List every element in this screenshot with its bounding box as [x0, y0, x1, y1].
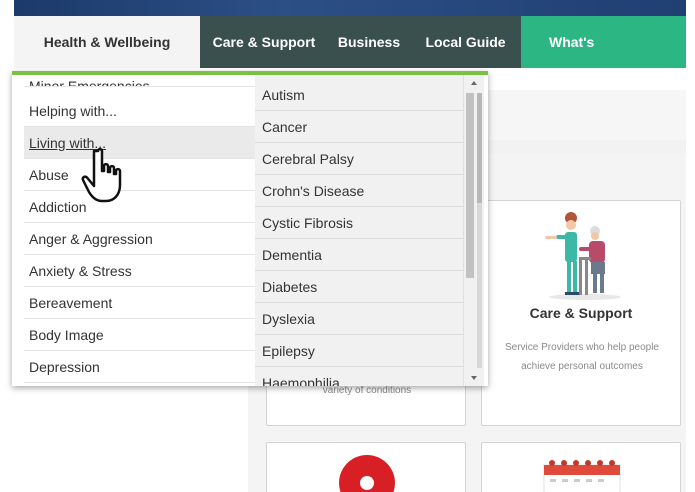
category-card-bottom-left[interactable] [266, 442, 466, 492]
category-card-bottom-right[interactable] [481, 442, 681, 492]
submenu-item-diabetes[interactable]: Diabetes [255, 271, 463, 303]
hero-banner-strip [14, 0, 686, 16]
calendar-icon [543, 460, 621, 492]
menu-item-body-image[interactable]: Body Image [24, 319, 262, 351]
page: Health & Wellbeing Care & Support Busine… [0, 0, 695, 492]
card-title: Care & Support [529, 305, 633, 321]
nav-local-guide[interactable]: Local Guide [410, 16, 521, 68]
menu-item-minor-emergencies[interactable]: Minor Emergencies [24, 75, 262, 87]
menu-item-addiction[interactable]: Addiction [24, 191, 262, 223]
nav-health-wellbeing[interactable]: Health & Wellbeing [14, 16, 200, 68]
menu-item-helping-with[interactable]: Helping with... [24, 95, 262, 127]
main-nav: Health & Wellbeing Care & Support Busine… [14, 16, 686, 68]
nav-business[interactable]: Business [328, 16, 410, 68]
nav-whats-on[interactable]: What's [521, 16, 686, 68]
menu-item-anger-aggression[interactable]: Anger & Aggression [24, 223, 262, 255]
red-disc-icon [339, 455, 395, 492]
scroll-thumb[interactable] [466, 93, 474, 278]
submenu-item-dementia[interactable]: Dementia [255, 239, 463, 271]
submenu-item-autism[interactable]: Autism [255, 79, 463, 111]
menu-item-living-with[interactable]: Living with... [24, 127, 262, 159]
card-description: Service Providers who help people achiev… [505, 342, 659, 372]
scroll-up-arrow-icon[interactable] [471, 81, 477, 85]
pointer-hand-icon [81, 147, 122, 203]
menu-item-depression[interactable]: Depression [24, 351, 262, 383]
scroll-down-arrow-icon[interactable] [471, 376, 477, 380]
submenu-scrollbar[interactable] [463, 75, 484, 386]
submenu-item-crohns-disease[interactable]: Crohn's Disease [255, 175, 463, 207]
submenu-item-cerebral-palsy[interactable]: Cerebral Palsy [255, 143, 463, 175]
submenu-item-dyslexia[interactable]: Dyslexia [255, 303, 463, 335]
submenu-item-cancer[interactable]: Cancer [255, 111, 463, 143]
submenu-item-haemophilia[interactable]: Haemophilia [255, 367, 463, 387]
menu-item-anxiety-stress[interactable]: Anxiety & Stress [24, 255, 262, 287]
menu-item-bereavement[interactable]: Bereavement [24, 287, 262, 319]
care-support-illustration [545, 212, 621, 300]
scroll-thumb-secondary[interactable] [477, 93, 482, 203]
menu-item-abuse[interactable]: Abuse [24, 159, 262, 191]
mega-menu-dropdown: Minor Emergencies Helping with... Living… [12, 71, 488, 386]
menu-primary-column: Minor Emergencies Helping with... Living… [24, 75, 262, 386]
submenu-item-epilepsy[interactable]: Epilepsy [255, 335, 463, 367]
category-card-care-support[interactable]: Care & Support Service Providers who hel… [481, 200, 681, 426]
menu-secondary-column: Autism Cancer Cerebral Palsy Crohn's Dis… [255, 75, 463, 386]
submenu-item-cystic-fibrosis[interactable]: Cystic Fibrosis [255, 207, 463, 239]
nav-care-support[interactable]: Care & Support [200, 16, 328, 68]
